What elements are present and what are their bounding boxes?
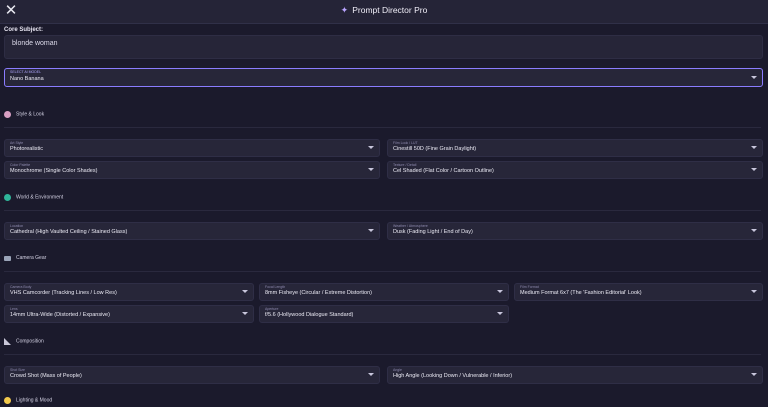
shot-size-value: Crowd Shot (Mass of People)	[10, 373, 82, 379]
chevron-down-icon	[751, 229, 757, 232]
section-lighting-mood: Lighting & Mood	[4, 397, 52, 407]
magic-wand-icon: ✦	[340, 5, 349, 15]
chevron-down-icon	[751, 168, 757, 171]
film-format-label: Film Format	[520, 285, 539, 289]
film-look-select[interactable]: Film Look / LUT Cinestill 50D (Fine Grai…	[387, 139, 763, 157]
section-divider	[4, 210, 761, 211]
chevron-down-icon	[751, 76, 757, 79]
palette-icon	[4, 111, 11, 118]
film-look-label: Film Look / LUT	[393, 141, 418, 145]
shot-size-label: Shot Size	[10, 368, 25, 372]
lens-select[interactable]: Lens 14mm Ultra-Wide (Distorted / Expans…	[4, 305, 254, 323]
location-select[interactable]: Location Cathedral (High Vaulted Ceiling…	[4, 222, 380, 240]
chevron-down-icon	[368, 146, 374, 149]
lens-label: Lens	[10, 307, 18, 311]
art-style-select[interactable]: Art Style Photorealistic	[4, 139, 380, 157]
top-bar: ✕ ✦ Prompt Director Pro	[0, 0, 768, 24]
angle-select[interactable]: Angle High Angle (Looking Down / Vulnera…	[387, 366, 763, 384]
section-style-look: Style & Look	[4, 111, 44, 121]
lens-value: 14mm Ultra-Wide (Distorted / Expansive)	[10, 312, 110, 318]
location-label: Location	[10, 224, 24, 228]
texture-label: Texture / Detail	[393, 163, 417, 167]
weather-label: Weather / Atmosphere	[393, 224, 428, 228]
chevron-down-icon	[751, 146, 757, 149]
weather-select[interactable]: Weather / Atmosphere Dusk (Fading Light …	[387, 222, 763, 240]
ai-model-select[interactable]: SELECT AI MODEL Nano Banana	[4, 68, 763, 87]
chevron-down-icon	[368, 373, 374, 376]
color-palette-value: Monochrome (Single Color Shades)	[10, 168, 98, 174]
camera-body-select[interactable]: Camera Body VHS Camcorder (Tracking Line…	[4, 283, 254, 301]
section-camera-gear: Camera Gear	[4, 255, 46, 265]
section-world-environment: World & Environment	[4, 194, 63, 204]
set-square-icon	[4, 338, 11, 345]
section-divider	[4, 271, 761, 272]
globe-icon	[4, 194, 11, 201]
weather-value: Dusk (Fading Light / End of Day)	[393, 229, 473, 235]
location-value: Cathedral (High Vaulted Ceiling / Staine…	[10, 229, 128, 235]
chevron-down-icon	[242, 290, 248, 293]
camera-body-value: VHS Camcorder (Tracking Lines / Low Res)	[10, 290, 117, 296]
art-style-value: Photorealistic	[10, 146, 44, 152]
chevron-down-icon	[497, 290, 503, 293]
camera-body-label: Camera Body	[10, 285, 32, 289]
focal-length-select[interactable]: Focal Length 8mm Fisheye (Circular / Ext…	[259, 283, 509, 301]
angle-value: High Angle (Looking Down / Vulnerable / …	[393, 373, 513, 379]
lightbulb-icon	[4, 397, 11, 404]
section-divider	[4, 354, 761, 355]
chevron-down-icon	[242, 312, 248, 315]
section-composition: Composition	[4, 338, 44, 348]
texture-select[interactable]: Texture / Detail Cel Shaded (Flat Color …	[387, 161, 763, 179]
film-format-value: Medium Format 6x7 (The 'Fashion Editoria…	[520, 290, 642, 296]
ai-model-label: SELECT AI MODEL	[10, 70, 42, 74]
chevron-down-icon	[368, 168, 374, 171]
angle-label: Angle	[393, 368, 402, 372]
chevron-down-icon	[751, 373, 757, 376]
core-subject-input[interactable]: blonde woman	[4, 35, 763, 59]
art-style-label: Art Style	[10, 141, 24, 145]
focal-length-label: Focal Length	[265, 285, 286, 289]
color-palette-label: Color Palette	[10, 163, 31, 167]
film-look-value: Cinestill 50D (Fine Grain Daylight)	[393, 146, 477, 152]
texture-value: Cel Shaded (Flat Color / Cartoon Outline…	[393, 168, 494, 174]
section-divider	[4, 127, 761, 128]
core-subject-label: Core Subject:	[4, 27, 44, 33]
camera-icon	[4, 255, 11, 261]
aperture-value: f/5.6 (Hollywood Dialogue Standard)	[265, 312, 354, 318]
core-subject-value: blonde woman	[12, 40, 58, 47]
aperture-label: Aperture	[265, 307, 279, 311]
ai-model-value: Nano Banana	[10, 76, 44, 82]
color-palette-select[interactable]: Color Palette Monochrome (Single Color S…	[4, 161, 380, 179]
shot-size-select[interactable]: Shot Size Crowd Shot (Mass of People)	[4, 366, 380, 384]
aperture-select[interactable]: Aperture f/5.6 (Hollywood Dialogue Stand…	[259, 305, 509, 323]
focal-length-value: 8mm Fisheye (Circular / Extreme Distorti…	[265, 290, 372, 296]
film-format-select[interactable]: Film Format Medium Format 6x7 (The 'Fash…	[514, 283, 763, 301]
chevron-down-icon	[368, 229, 374, 232]
chevron-down-icon	[751, 290, 757, 293]
app-title: ✦ Prompt Director Pro	[340, 5, 428, 15]
chevron-down-icon	[497, 312, 503, 315]
